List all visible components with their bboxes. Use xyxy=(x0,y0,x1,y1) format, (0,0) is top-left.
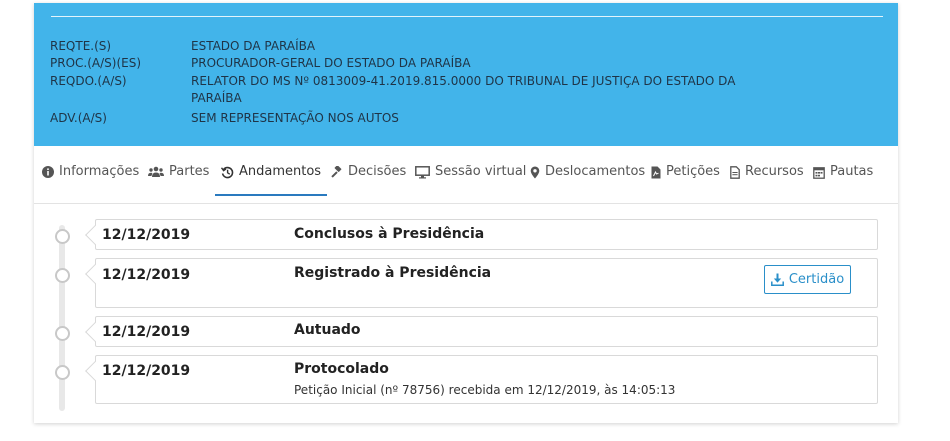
tab-partes[interactable]: Partes xyxy=(148,164,209,194)
entry-date: 12/12/2019 xyxy=(102,324,191,340)
users-icon xyxy=(148,165,164,179)
tab-decisoes[interactable]: Decisões xyxy=(330,164,406,194)
entry-title: Autuado xyxy=(294,322,361,338)
tab-sessao-virtual[interactable]: Sessão virtual xyxy=(415,164,526,194)
tab-deslocamentos[interactable]: Deslocamentos xyxy=(530,164,645,194)
tab-label: Petições xyxy=(666,164,720,179)
timeline-entry: 12/12/2019 Autuado xyxy=(85,316,878,347)
party-label: ADV.(A/S) xyxy=(50,111,107,125)
file-text-icon xyxy=(730,165,740,179)
entry-title: Conclusos à Presidência xyxy=(294,226,485,242)
monitor-icon xyxy=(415,165,430,179)
tab-bar: Informações Partes Andamentos Decisões S… xyxy=(34,146,898,204)
timeline-node xyxy=(55,365,70,380)
entry-description: Petição Inicial (nº 78756) recebida em 1… xyxy=(294,383,676,397)
parties-header: REQTE.(S) ESTADO DA PARAÍBA PROC.(A/S)(E… xyxy=(34,3,898,146)
info-circle-icon xyxy=(41,165,54,179)
tab-informacoes[interactable]: Informações xyxy=(41,164,139,194)
timeline-node xyxy=(55,268,70,283)
header-divider xyxy=(51,16,883,17)
tab-pautas[interactable]: Pautas xyxy=(813,164,873,194)
party-value: RELATOR DO MS Nº 0813009-41.2019.815.000… xyxy=(191,74,736,105)
map-marker-icon xyxy=(530,165,540,179)
tab-label: Partes xyxy=(169,164,210,179)
entry-date: 12/12/2019 xyxy=(102,267,191,283)
tab-label: Recursos xyxy=(745,164,804,179)
tab-label: Deslocamentos xyxy=(545,164,646,179)
tab-peticoes[interactable]: Petições xyxy=(651,164,720,194)
timeline-node xyxy=(55,229,70,244)
tab-label: Decisões xyxy=(348,164,407,179)
timeline-line xyxy=(59,225,65,411)
timeline-entry: 12/12/2019 Protocolado Petição Inicial (… xyxy=(85,355,878,404)
tab-label: Informações xyxy=(59,164,140,179)
party-label: REQTE.(S) xyxy=(50,39,112,53)
party-value: SEM REPRESENTAÇÃO NOS AUTOS xyxy=(191,111,399,125)
entry-title: Registrado à Presidência xyxy=(294,265,492,281)
button-label: Certidão xyxy=(788,272,845,287)
party-label: REQDO.(A/S) xyxy=(50,74,127,88)
download-icon xyxy=(770,273,784,286)
party-value: PROCURADOR-GERAL DO ESTADO DA PARAÍBA xyxy=(191,56,471,70)
calendar-icon xyxy=(813,165,825,179)
history-icon xyxy=(221,165,234,179)
tab-label: Andamentos xyxy=(239,164,322,179)
process-card: REQTE.(S) ESTADO DA PARAÍBA PROC.(A/S)(E… xyxy=(34,3,898,423)
party-value: ESTADO DA PARAÍBA xyxy=(191,39,316,53)
pdf-file-icon xyxy=(651,165,661,179)
timeline-entry: 12/12/2019 Registrado à Presidência Cert… xyxy=(85,258,878,308)
certidao-download-button[interactable]: Certidão xyxy=(764,265,851,294)
gavel-icon xyxy=(330,165,343,179)
tab-label: Sessão virtual xyxy=(435,164,527,179)
tab-recursos[interactable]: Recursos xyxy=(730,164,804,194)
timeline-entry: 12/12/2019 Conclusos à Presidência xyxy=(85,219,878,250)
timeline-node xyxy=(55,326,70,341)
entry-date: 12/12/2019 xyxy=(102,363,191,379)
entry-title: Protocolado xyxy=(294,361,389,377)
entry-date: 12/12/2019 xyxy=(102,227,191,243)
tab-label: Pautas xyxy=(830,164,874,179)
tab-andamentos[interactable]: Andamentos xyxy=(215,164,328,196)
party-label: PROC.(A/S)(ES) xyxy=(50,56,142,70)
